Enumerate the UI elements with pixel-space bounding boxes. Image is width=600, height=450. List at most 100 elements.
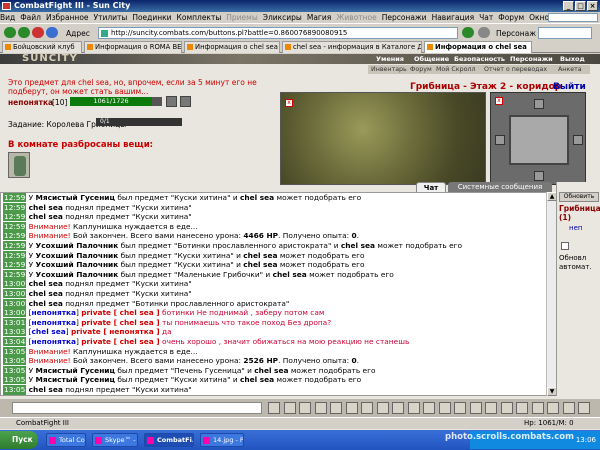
book-icon[interactable] (454, 402, 466, 414)
nav-forum[interactable]: Форум (410, 65, 432, 74)
clear-icon[interactable] (283, 402, 296, 414)
chat-scrollbar[interactable]: ▲ ▼ (546, 192, 557, 396)
chat-nick[interactable]: непонятка (32, 337, 76, 346)
menu-item[interactable]: Приемы (226, 13, 257, 22)
player-name[interactable]: непонятка (8, 98, 53, 107)
menu-item[interactable]: Форум (498, 13, 524, 22)
tab-chat[interactable]: Чат (416, 182, 446, 192)
chat-time[interactable]: 12:59 (3, 193, 27, 202)
chat-time[interactable]: 12:59 (3, 231, 27, 241)
trade-icon[interactable] (376, 402, 389, 414)
move-right-arrow[interactable] (573, 135, 583, 145)
close-button[interactable]: × (587, 1, 598, 11)
chat-nick[interactable]: chel sea (32, 327, 66, 336)
chat-time[interactable]: 13:01 (3, 317, 27, 327)
nav-transfers[interactable]: Отчет о переводах (484, 65, 547, 74)
bag-icon[interactable] (562, 402, 575, 414)
chat-time[interactable]: 13:05 (3, 346, 27, 356)
refresh-chat-icon[interactable] (423, 402, 435, 414)
minimize-button[interactable]: _ (563, 1, 574, 11)
go-icon[interactable] (462, 27, 474, 38)
nav-scroll[interactable]: Мой Скролл (436, 65, 475, 74)
map-icon[interactable] (407, 402, 420, 414)
chat-time[interactable]: 12:59 (3, 221, 27, 231)
chat-time[interactable]: 12:59 (3, 250, 27, 260)
chat-time[interactable]: 12:59 (3, 240, 27, 250)
nav-inventory[interactable]: Инвентарь (371, 65, 407, 74)
time-icon[interactable] (438, 402, 451, 414)
maximize-button[interactable]: □ (575, 1, 586, 11)
scales-icon[interactable] (392, 402, 404, 414)
menu-item[interactable]: Избранное (46, 13, 89, 22)
menu-item[interactable]: Персонажи (382, 13, 427, 22)
elixir-icon[interactable] (500, 402, 513, 414)
spell-icon[interactable] (345, 402, 358, 414)
menu-item[interactable]: Животное (336, 13, 376, 22)
nav-characters[interactable]: Персонажи (510, 55, 553, 64)
menu-item[interactable]: Вид (0, 13, 15, 22)
rune-icon[interactable] (531, 402, 544, 414)
chat-input[interactable] (12, 402, 262, 414)
sound-icon[interactable] (314, 402, 327, 414)
menu-item[interactable]: Эликсиры (263, 13, 302, 22)
move-down-arrow[interactable] (534, 171, 544, 181)
task-total-commander[interactable]: Total Com... (46, 433, 86, 447)
favorites-icon[interactable] (478, 27, 490, 38)
menu-item[interactable]: Навигация (432, 13, 475, 22)
chat-nick[interactable]: непонятка (32, 308, 76, 317)
tab-info-chelsea-2[interactable]: Информация о chel sea (424, 41, 532, 53)
menu-item[interactable]: Утилиты (94, 13, 128, 22)
chat-time[interactable]: 12:59 (3, 202, 27, 212)
back-icon[interactable] (4, 27, 16, 38)
chat-time[interactable]: 12:59 (3, 212, 27, 222)
potion-icon[interactable] (469, 402, 482, 414)
menu-item[interactable]: Комплекты (177, 13, 222, 22)
chat-time[interactable]: 13:05 (3, 375, 27, 385)
tab-info-roma[interactable]: Информация о ROMA BEST (84, 41, 182, 53)
task-combatfight[interactable]: CombatFi... (144, 433, 194, 447)
refresh-button[interactable]: Обновить (559, 192, 599, 202)
room-member[interactable]: неп (569, 224, 582, 232)
chat-time[interactable]: 13:05 (3, 356, 27, 366)
buff-icon[interactable] (166, 96, 177, 107)
task-image[interactable]: 14.jpg - P... (200, 433, 244, 447)
flask-icon[interactable] (485, 402, 497, 414)
chat-time[interactable]: 13:05 (3, 394, 27, 395)
dungeon-view[interactable]: x (280, 92, 486, 185)
chat-time[interactable]: 12:59 (3, 269, 27, 279)
chat-time[interactable]: 13:00 (3, 298, 27, 308)
persona-select[interactable] (538, 27, 592, 39)
nav-chat[interactable]: Общение (414, 55, 449, 64)
menu-item[interactable]: Магия (307, 13, 331, 22)
menu-item[interactable]: Окно (529, 13, 549, 22)
refresh-icon[interactable] (46, 27, 58, 38)
shield-icon[interactable] (180, 96, 191, 107)
menu-item[interactable]: Поединки (132, 13, 171, 22)
tab-system-messages[interactable]: Системные сообщения (448, 182, 552, 192)
exit-link[interactable]: Выйти (553, 82, 586, 92)
menu-search-field[interactable] (548, 13, 598, 22)
move-up-arrow[interactable] (534, 99, 544, 109)
nav-skills[interactable]: Умения (376, 55, 404, 64)
menu-item[interactable]: Файл (20, 13, 41, 22)
auto-refresh-checkbox[interactable] (561, 242, 569, 250)
tab-catalog[interactable]: chel sea - информация в Каталоге Д... (282, 41, 422, 53)
item-slot[interactable] (8, 152, 30, 178)
nav-profile[interactable]: Анкета (558, 65, 582, 74)
stop-icon[interactable] (32, 27, 44, 38)
smile-icon[interactable] (268, 402, 280, 414)
chat-time[interactable]: 13:05 (3, 365, 27, 375)
scroll-icon[interactable] (361, 402, 373, 414)
exit-icon[interactable] (578, 402, 590, 414)
tab-info-chelsea-1[interactable]: Информация о chel sea (184, 41, 280, 53)
move-left-arrow[interactable] (495, 135, 505, 145)
chat-time[interactable]: 13:03 (3, 327, 27, 337)
menu-item[interactable]: Чат (479, 13, 493, 22)
nav-security[interactable]: Безопасность (454, 55, 505, 64)
scroll-icon[interactable] (516, 402, 528, 414)
chat-time[interactable]: 13:00 (3, 288, 27, 298)
filter-icon[interactable] (299, 402, 311, 414)
chat-time[interactable]: 13:05 (3, 384, 27, 394)
start-button[interactable]: Пуск (0, 431, 38, 449)
chat-nick[interactable]: непонятка (32, 318, 76, 327)
